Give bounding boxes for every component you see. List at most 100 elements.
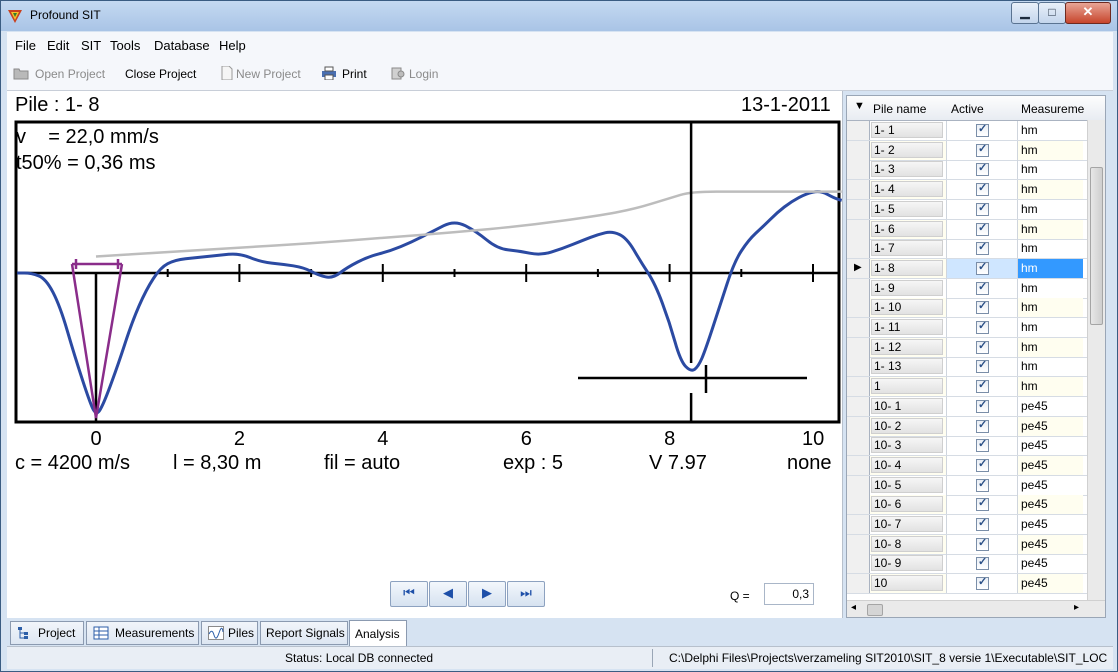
measurement-cell[interactable]: pe45: [1018, 515, 1083, 534]
pile-name-cell[interactable]: 1- 8: [870, 258, 947, 278]
previous-record-button[interactable]: ◀: [429, 581, 467, 607]
table-row[interactable]: ▶ 1- 8 hm: [847, 258, 1105, 279]
pile-name-cell[interactable]: 1- 7: [870, 239, 947, 259]
scroll-thumb[interactable]: [1090, 167, 1103, 325]
row-indicator[interactable]: [847, 416, 870, 436]
measurement-cell[interactable]: pe45: [1018, 554, 1083, 573]
active-checkbox[interactable]: [976, 221, 989, 236]
row-indicator[interactable]: [847, 534, 870, 554]
row-indicator[interactable]: [847, 475, 870, 495]
active-checkbox[interactable]: [976, 437, 989, 453]
table-row[interactable]: 1- 13 hm: [847, 357, 1105, 378]
table-row[interactable]: 1- 9 hm: [847, 278, 1105, 299]
row-indicator[interactable]: [847, 515, 870, 534]
active-cell[interactable]: [947, 475, 1018, 495]
table-row[interactable]: 1- 7 hm: [847, 239, 1105, 260]
measurement-cell[interactable]: pe45: [1018, 436, 1083, 455]
table-row[interactable]: 1- 5 hm: [847, 199, 1105, 220]
q-input[interactable]: 0,3: [764, 583, 814, 605]
active-checkbox[interactable]: [976, 496, 989, 512]
active-cell[interactable]: [947, 298, 1018, 318]
measurement-cell[interactable]: pe45: [1018, 476, 1083, 495]
tab-measurements[interactable]: Measurements: [86, 621, 199, 645]
row-indicator[interactable]: ▶: [847, 258, 870, 278]
pile-name-cell[interactable]: 1- 9: [870, 278, 947, 298]
pile-name-cell[interactable]: 10- 6: [870, 495, 947, 515]
pile-name-cell[interactable]: 10- 2: [870, 416, 947, 436]
pile-name-cell[interactable]: 1- 12: [870, 337, 947, 357]
measurement-cell[interactable]: hm: [1018, 298, 1083, 318]
active-cell[interactable]: [947, 436, 1018, 456]
menu-tools[interactable]: Tools: [110, 38, 140, 53]
active-checkbox[interactable]: [976, 142, 989, 157]
pile-name-cell[interactable]: 1- 4: [870, 180, 947, 200]
measurement-cell[interactable]: pe45: [1018, 397, 1083, 416]
active-checkbox[interactable]: [976, 201, 989, 216]
row-indicator[interactable]: [847, 199, 870, 219]
pile-name-cell[interactable]: 10: [870, 574, 947, 594]
menu-file[interactable]: File: [15, 38, 36, 53]
row-indicator[interactable]: [847, 574, 870, 594]
table-row[interactable]: 10- 1 pe45: [847, 396, 1105, 417]
measurement-cell[interactable]: pe45: [1018, 534, 1083, 554]
table-row[interactable]: 1- 2 hm: [847, 140, 1105, 161]
active-cell[interactable]: [947, 515, 1018, 534]
close-project-button[interactable]: Close Project: [125, 67, 196, 81]
active-cell[interactable]: [947, 180, 1018, 200]
active-checkbox[interactable]: [976, 319, 989, 334]
active-cell[interactable]: [947, 534, 1018, 554]
table-row[interactable]: 1- 6 hm: [847, 219, 1105, 240]
measurement-cell[interactable]: hm: [1018, 200, 1083, 219]
active-checkbox[interactable]: [976, 418, 989, 433]
header-measurement[interactable]: Measuremen: [1021, 102, 1085, 116]
table-row[interactable]: 10 pe45: [847, 574, 1105, 595]
measurement-cell[interactable]: hm: [1018, 357, 1083, 376]
table-row[interactable]: 10- 9 pe45: [847, 554, 1105, 575]
menu-edit[interactable]: Edit: [47, 38, 69, 53]
active-checkbox[interactable]: [976, 477, 989, 492]
table-row[interactable]: 10- 4 pe45: [847, 455, 1105, 476]
active-cell[interactable]: [947, 337, 1018, 357]
pile-name-cell[interactable]: 1- 13: [870, 357, 947, 377]
table-row[interactable]: 10- 6 pe45: [847, 495, 1105, 516]
table-row[interactable]: 1- 1 hm: [847, 121, 1105, 141]
table-row[interactable]: 1- 4 hm: [847, 180, 1105, 201]
active-checkbox[interactable]: [976, 299, 989, 315]
active-cell[interactable]: [947, 140, 1018, 160]
row-indicator[interactable]: [847, 377, 870, 397]
table-row[interactable]: 10- 2 pe45: [847, 416, 1105, 437]
header-active[interactable]: Active: [951, 102, 1015, 116]
measurement-cell[interactable]: hm: [1018, 121, 1083, 140]
table-row[interactable]: 10- 5 pe45: [847, 475, 1105, 496]
print-button[interactable]: Print: [342, 67, 367, 81]
measurement-cell[interactable]: hm: [1018, 239, 1083, 258]
row-indicator[interactable]: [847, 318, 870, 337]
header-pile-name[interactable]: Pile name: [873, 102, 945, 116]
measurement-cell[interactable]: hm: [1018, 140, 1083, 160]
table-row[interactable]: 1 hm: [847, 377, 1105, 398]
pile-name-cell[interactable]: 10- 3: [870, 436, 947, 456]
active-checkbox[interactable]: [976, 280, 989, 295]
active-checkbox[interactable]: [976, 516, 989, 531]
menu-sit[interactable]: SIT: [81, 38, 101, 53]
active-cell[interactable]: [947, 357, 1018, 377]
measurement-cell[interactable]: pe45: [1018, 495, 1083, 515]
measurement-cell[interactable]: pe45: [1018, 574, 1083, 594]
row-indicator[interactable]: [847, 278, 870, 298]
table-row[interactable]: 1- 10 hm: [847, 298, 1105, 319]
h-scroll-thumb[interactable]: [867, 604, 883, 616]
measurement-cell[interactable]: hm: [1018, 258, 1083, 278]
active-checkbox[interactable]: [976, 457, 989, 472]
active-checkbox[interactable]: [976, 260, 989, 275]
active-cell[interactable]: [947, 219, 1018, 239]
menu-help[interactable]: Help: [219, 38, 246, 53]
login-button[interactable]: Login: [409, 67, 438, 81]
close-button[interactable]: ✕: [1065, 2, 1111, 24]
row-indicator[interactable]: [847, 436, 870, 456]
sort-down-icon[interactable]: ▼: [854, 100, 865, 112]
table-row[interactable]: 10- 7 pe45: [847, 515, 1105, 535]
active-checkbox[interactable]: [976, 378, 989, 394]
tab-piles[interactable]: Piles: [201, 621, 258, 645]
maximize-button[interactable]: □: [1038, 2, 1066, 24]
active-checkbox[interactable]: [976, 575, 989, 591]
